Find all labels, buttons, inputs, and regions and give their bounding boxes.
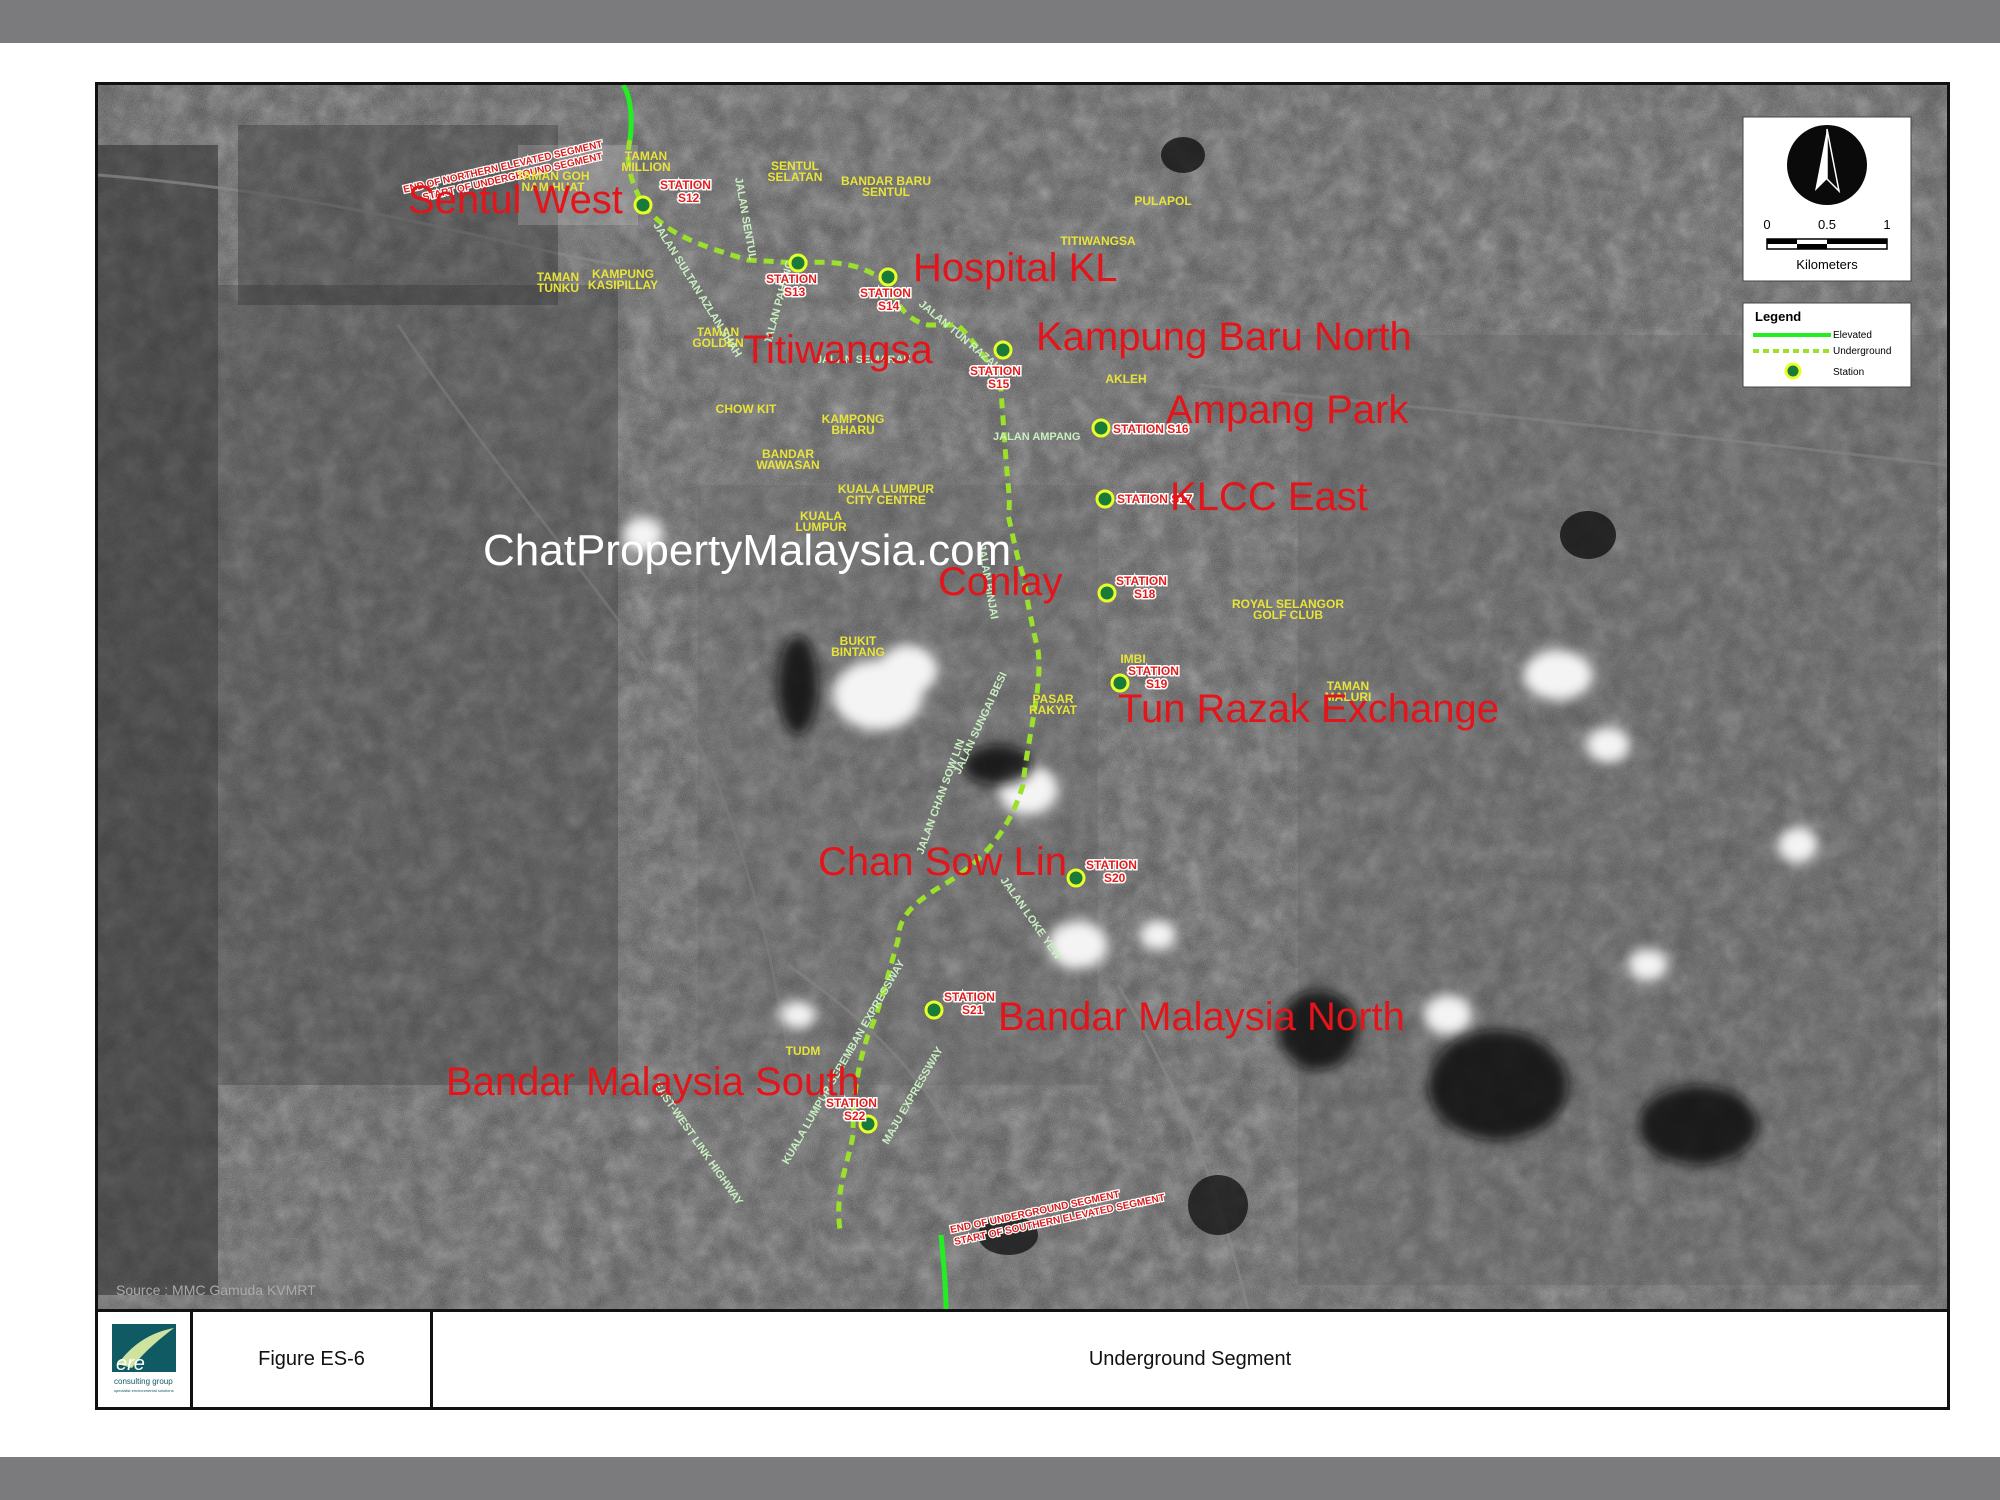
station-marker-icon[interactable] [788,253,808,273]
station-name-label: Sentul West [408,178,623,222]
station-marker-icon[interactable] [1091,418,1111,438]
scale-tick-2: 1 [1883,217,1890,232]
north-arrow-panel: 0 0.5 1 Kilometers [1742,116,1912,282]
station-marker-icon[interactable] [633,195,653,215]
station-name-label: Bandar Malaysia North [998,995,1405,1039]
station-code-label: S20 [1104,871,1126,885]
area-label: TAMAN MILLION [621,149,670,174]
watermark-text: ChatPropertyMalaysia.com [483,526,1011,575]
station-code-label: S22 [844,1109,866,1123]
station-prefix-label: STATION [860,286,911,300]
scale-tick-0: 0 [1763,217,1770,232]
station-prefix-label: STATION [944,990,995,1004]
area-label: TUDM [786,1044,821,1058]
station-prefix-label: STATION [766,272,817,286]
station-code-label: S13 [784,285,806,299]
figure-title: Underground Segment [1088,1348,1292,1370]
station-prefix-label: STATION [970,364,1021,378]
area-label: PULAPOL [1134,194,1191,208]
station-prefix-label: STATION [1128,664,1179,678]
scale-unit: Kilometers [1796,257,1858,272]
logo-cell: ere consulting group specialist environm… [98,1312,193,1407]
station-name-label: KLCC East [1170,475,1368,519]
scale-tick-1: 0.5 [1818,217,1836,232]
figure-number: Figure ES-6 [193,1312,433,1407]
station-code-label: S15 [988,377,1010,391]
area-label: KUALA LUMPUR CITY CENTRE [838,482,935,507]
area-label: AKLEH [1105,372,1146,386]
legend-station-label: Station [1833,367,1864,378]
ere-logo-icon: ere consulting group specialist environm… [112,1324,176,1393]
area-label: CHOW KIT [716,402,777,416]
legend-underground-label: Underground [1833,346,1891,357]
viewer-bottom-bar [0,1457,2000,1500]
source-note: Source : MMC Gamuda KVMRT [116,1282,316,1298]
legend-panel: Legend Elevated Underground Station [1742,302,1912,388]
viewer-top-bar [0,0,2000,43]
station-prefix-label: STATION [1086,858,1137,872]
road-label: JALAN AMPANG [993,431,1080,443]
station-name-label: Hospital KL [913,246,1118,290]
area-label: KAMPUNG KASIPILLAY [588,267,658,292]
satellite-map: END OF NORTHERN ELEVATED SEGMENT START O… [98,85,1947,1309]
station-marker-icon[interactable] [1095,489,1115,509]
legend-station-icon [1784,362,1802,380]
logo-tagline: consulting group [114,1377,173,1386]
station-marker-icon[interactable] [993,340,1013,360]
logo-sub: specialist environmental solutions [114,1388,174,1393]
station-marker-icon[interactable] [924,1000,944,1020]
station-name-label: Tun Razak Exchange [1118,687,1499,731]
area-label: BANDAR WAWASAN [756,447,819,472]
legend-elevated-label: Elevated [1833,330,1872,341]
area-label: TAMAN TUNKU [537,270,579,295]
area-label: PASAR RAKYAT [1029,692,1078,717]
station-code-label: S14 [878,299,900,313]
station-name-label: Chan Sow Lin [818,840,1067,884]
station-s21[interactable]: STATIONS21 Bandar Malaysia North [924,989,1405,1039]
area-label: SENTUL SELATAN [768,159,823,184]
station-name-label: Kampung Baru North [1036,315,1412,359]
station-code-label: S18 [1134,587,1156,601]
station-code-label: S12 [678,191,700,205]
legend-title: Legend [1755,309,1801,324]
station-marker-icon[interactable] [1066,868,1086,888]
station-name-label: Titiwangsa [743,328,933,372]
station-name-label: Bandar Malaysia South [446,1060,860,1104]
scale-bar [1766,238,1888,250]
station-prefix-label: STATION [660,178,711,192]
map-frame: END OF NORTHERN ELEVATED SEGMENT START O… [95,82,1950,1312]
station-code-label: S21 [962,1003,984,1017]
figure-caption-box: ere consulting group specialist environm… [95,1312,1950,1410]
station-prefix-label: STATION [1116,574,1167,588]
logo-name: ere [116,1353,145,1375]
station-marker-icon[interactable] [1097,583,1117,603]
station-name-label: Ampang Park [1166,388,1409,432]
station-marker-icon[interactable] [878,267,898,287]
